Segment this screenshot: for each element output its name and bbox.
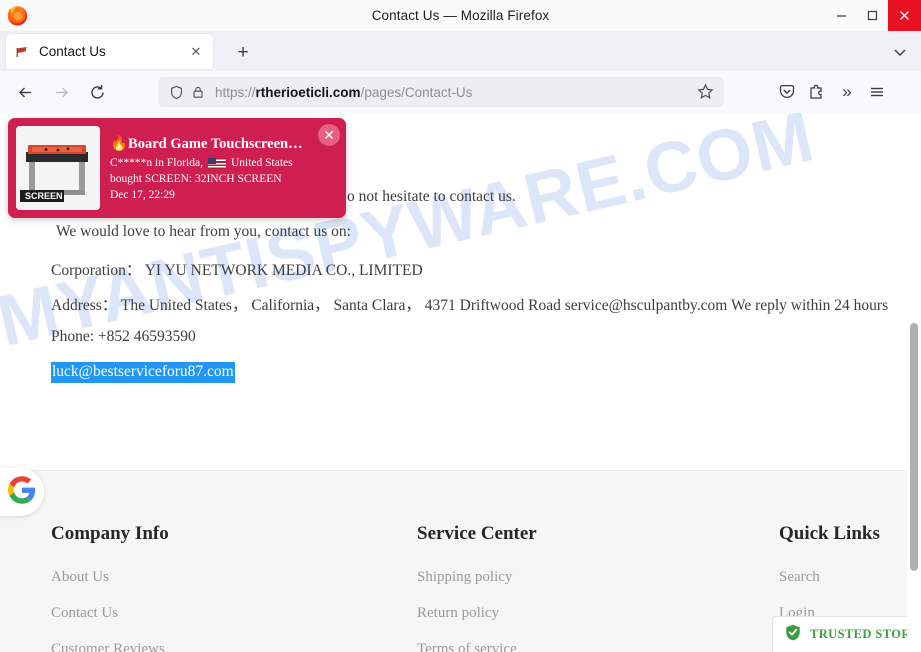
buyer-country-text: United States — [230, 157, 293, 169]
footer-heading: Company Info — [51, 523, 169, 544]
svg-text:SCREEN: SCREEN — [25, 191, 63, 201]
bookmark-star-icon[interactable] — [697, 83, 715, 101]
padlock-icon[interactable] — [188, 84, 207, 100]
reload-button[interactable] — [84, 79, 110, 105]
green-shield-check-icon — [785, 624, 801, 646]
url-bar[interactable]: https://rtherioeticli.com/pages/Contact-… — [158, 77, 724, 107]
notification-product-line: bought SCREEN: 32INCH SCREEN — [110, 173, 282, 185]
page-scrollbar-track[interactable] — [907, 113, 921, 652]
footer-link-customer-reviews[interactable]: Customer Reviews — [51, 641, 169, 652]
contact-line-phone: Phone: +852 46593590 — [51, 328, 196, 345]
buyer-location-text: C*****n in Florida, — [110, 157, 203, 169]
address-prefix: Address： The United States， California， … — [51, 297, 565, 314]
site-footer: Company Info About Us Contact Us Custome… — [0, 470, 907, 652]
close-window-button[interactable] — [888, 0, 921, 31]
tab-close-icon[interactable]: ✕ — [187, 43, 205, 61]
window-controls — [826, 0, 921, 31]
us-flag-icon — [207, 157, 226, 169]
page-scrollbar-thumb[interactable] — [910, 323, 918, 571]
contact-line-address: Address： The United States， California， … — [51, 293, 888, 315]
notification-product-title: 🔥Board Game Touchscreen T... — [110, 136, 305, 152]
maximize-button[interactable] — [857, 0, 888, 31]
notification-body: 🔥Board Game Touchscreen T... C*****n in … — [110, 135, 338, 201]
tracking-protection-shield-icon[interactable] — [167, 84, 186, 100]
footer-link-about-us[interactable]: About Us — [51, 569, 169, 586]
toolbar-right-icons: » — [772, 77, 892, 107]
extensions-icon[interactable] — [802, 77, 832, 107]
google-g-logo-icon — [8, 475, 36, 509]
footer-heading: Service Center — [417, 523, 537, 544]
notification-close-icon[interactable]: ✕ — [318, 124, 340, 146]
selected-email-text[interactable]: luck@bestserviceforu87.com — [51, 362, 235, 383]
sales-notification-popup[interactable]: SCREEN 🔥Board Game Touchscreen T... C***… — [8, 118, 346, 218]
notification-buyer-line: C*****n in Florida, United States — [110, 157, 338, 169]
support-email-link[interactable]: service@hsculpantby.com — [565, 297, 728, 314]
trusted-store-badge[interactable]: TRUSTED STORE — [772, 616, 921, 652]
address-suffix: We reply within 24 hours — [727, 297, 889, 314]
product-thumbnail: SCREEN — [16, 126, 100, 210]
browser-window: Contact Us — Mozilla Firefox Contact Us — [0, 0, 921, 652]
footer-column-service-center: Service Center Shipping policy Return po… — [417, 523, 537, 652]
footer-link-terms-of-service[interactable]: Terms of service — [417, 641, 537, 652]
overflow-menu-icon[interactable]: » — [832, 77, 862, 107]
notification-timestamp: Dec 17, 22:29 — [110, 189, 175, 201]
contact-line-1: We would love to hear from you, contact … — [56, 223, 351, 240]
new-tab-button[interactable]: + — [232, 41, 254, 63]
list-all-tabs-chevron-down-icon[interactable] — [891, 43, 909, 61]
trusted-store-label: TRUSTED STORE — [810, 627, 920, 641]
tab-contact-us[interactable]: Contact Us ✕ — [6, 34, 213, 69]
back-button[interactable] — [12, 79, 38, 105]
tab-strip: Contact Us ✕ + — [0, 31, 921, 71]
application-menu-icon[interactable] — [862, 77, 892, 107]
contact-line-corporation: Corporation： YI YU NETWORK MEDIA CO., LI… — [51, 262, 423, 279]
title-bar: Contact Us — Mozilla Firefox — [0, 0, 921, 32]
pocket-icon[interactable] — [772, 77, 802, 107]
minimize-button[interactable] — [826, 0, 857, 31]
footer-heading: Quick Links — [779, 523, 880, 544]
footer-link-search[interactable]: Search — [779, 569, 880, 586]
footer-link-shipping-policy[interactable]: Shipping policy — [417, 569, 537, 586]
contact-line-0: o not hesitate to contact us. — [347, 188, 516, 205]
tab-title: Contact Us — [39, 44, 106, 59]
url-text[interactable]: https://rtherioeticli.com/pages/Contact-… — [215, 85, 697, 100]
footer-link-return-policy[interactable]: Return policy — [417, 605, 537, 622]
forward-button[interactable] — [48, 79, 74, 105]
site-favicon-icon — [14, 44, 30, 60]
footer-column-company-info: Company Info About Us Contact Us Custome… — [51, 523, 169, 652]
window-title: Contact Us — Mozilla Firefox — [371, 8, 550, 23]
footer-link-contact-us[interactable]: Contact Us — [51, 605, 169, 622]
